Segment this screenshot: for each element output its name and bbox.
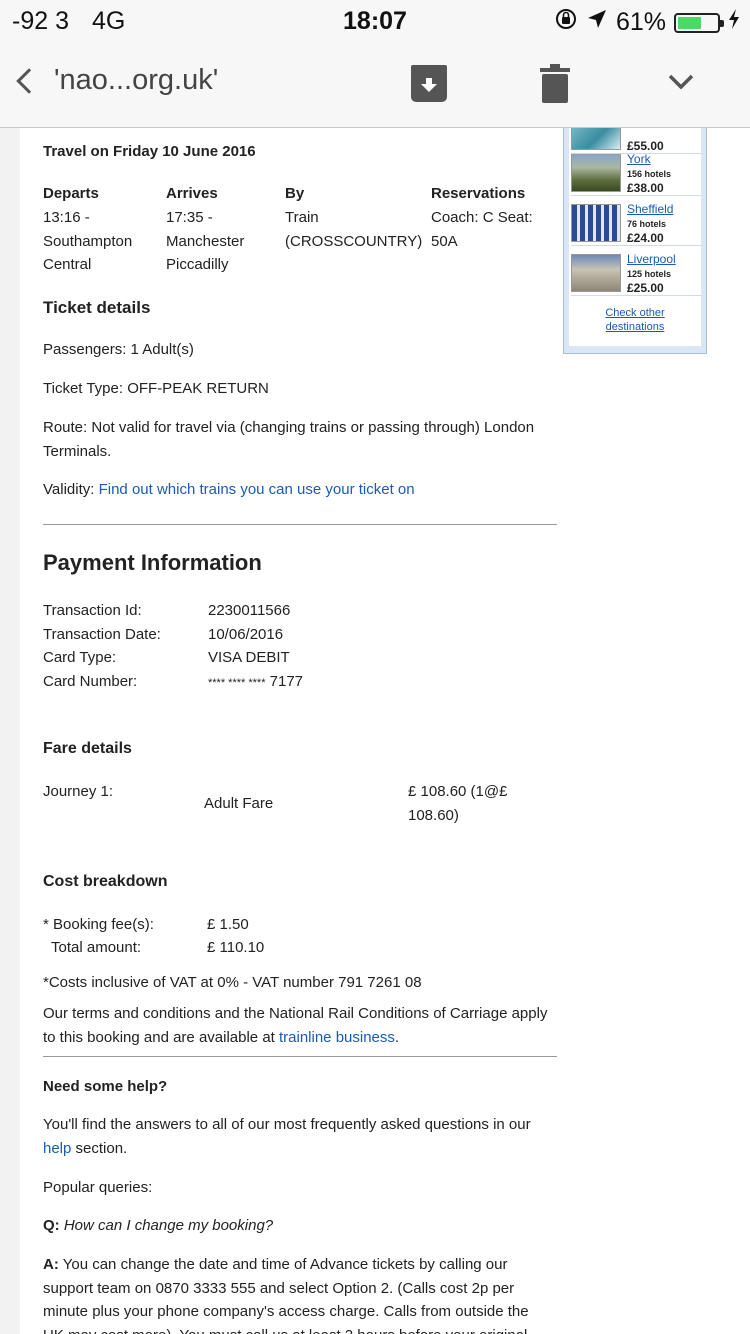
payment-labels: Transaction Id: Transaction Date: Card T… <box>43 599 161 693</box>
transaction-date: 10/06/2016 <box>208 625 284 643</box>
validity-row: Validity: Find out which trains you can … <box>43 478 415 502</box>
more-button[interactable] <box>668 74 694 95</box>
hotel-city[interactable]: York <box>627 152 651 166</box>
travel-heading: Travel on Friday 10 June 2016 <box>43 143 256 160</box>
email-body: £55.00 York 156 hotels £38.00 Sheffield … <box>20 128 750 1334</box>
hotel-city[interactable]: Sheffield <box>627 202 673 216</box>
check-other-destinations-link[interactable]: Check other destinations <box>569 306 701 334</box>
trash-icon <box>540 64 570 103</box>
payment-heading: Payment Information <box>43 550 262 575</box>
payment-label: Transaction Id: <box>43 602 142 619</box>
reservations-cell: Coach: C Seat: 50A <box>431 209 533 250</box>
hotel-count: 125 hotels <box>627 269 672 279</box>
help-heading: Need some help? <box>43 1078 168 1095</box>
trainline-business-link[interactable]: trainline business <box>279 1029 395 1046</box>
hotel-price: £24.00 <box>627 231 664 245</box>
col-by: By <box>285 185 305 202</box>
payment-values: 2230011566 10/06/2016 VISA DEBIT **** **… <box>208 599 303 695</box>
mail-nav-bar: 'nao...org.uk' <box>0 40 750 128</box>
col-departs: Departs <box>43 185 99 202</box>
payment-label: Card Number: <box>43 672 138 690</box>
archive-button[interactable] <box>410 64 448 109</box>
faq-question: Q: How can I change my booking? <box>43 1217 274 1234</box>
validity-link[interactable]: Find out which trains you can use your t… <box>99 481 415 498</box>
status-right: 61% <box>546 7 740 38</box>
card-type: VISA DEBIT <box>208 649 290 666</box>
transaction-id: 2230011566 <box>208 602 291 619</box>
journey-label: Journey 1: <box>43 783 114 800</box>
hotel-item[interactable]: Sheffield 76 hotels £24.00 <box>571 200 701 246</box>
trash-button[interactable] <box>540 64 570 109</box>
hotel-count: 76 hotels <box>627 219 667 229</box>
rotation-lock-icon <box>554 7 578 38</box>
hotel-thumbnail <box>571 154 621 192</box>
passengers-text: Passengers: 1 Adult(s) <box>43 341 194 358</box>
back-chevron-icon <box>16 67 42 94</box>
col-reservations: Reservations <box>431 185 526 202</box>
terms-text: Our terms and conditions and the Nationa… <box>43 1005 548 1046</box>
fare-amount: £ 108.60 (1@£ 108.60) <box>408 783 508 824</box>
divider <box>43 1056 557 1057</box>
total-label: Total amount: <box>51 939 142 956</box>
divider <box>43 524 557 525</box>
route-text: Route: Not valid for travel via (changin… <box>43 419 535 460</box>
help-text: You'll find the answers to all of our mo… <box>43 1116 531 1157</box>
booking-fee-label: * Booking fee(s): <box>43 916 154 933</box>
ticket-details-heading: Ticket details <box>43 298 151 317</box>
hotel-thumbnail <box>571 254 621 292</box>
ticket-type-text: Ticket Type: OFF-PEAK RETURN <box>43 380 269 397</box>
arrives-cell: 17:35 - Manchester Piccadilly <box>166 209 245 273</box>
archive-icon <box>411 65 447 102</box>
by-cell: Train (CROSSCOUNTRY) <box>285 209 423 250</box>
popular-queries: Popular queries: <box>43 1179 153 1196</box>
hotel-price: £25.00 <box>627 281 664 295</box>
battery-fill <box>678 16 701 29</box>
hotel-city[interactable]: Liverpool <box>627 252 676 266</box>
battery-icon <box>674 12 724 33</box>
hotel-deals-widget: £55.00 York 156 hotels £38.00 Sheffield … <box>563 128 707 354</box>
payment-label: Card Type: <box>43 649 117 666</box>
hotel-count: 156 hotels <box>627 169 672 179</box>
card-number: **** **** **** 7177 <box>208 672 304 690</box>
cost-breakdown-heading: Cost breakdown <box>43 873 168 890</box>
hotel-thumbnail <box>571 204 621 242</box>
sender-title: 'nao...org.uk' <box>54 64 219 96</box>
charging-bolt-icon <box>728 8 740 37</box>
total-value: £ 110.10 <box>207 939 265 956</box>
status-bar: -92 3 4G 18:07 61% <box>0 0 750 40</box>
booking-fee-value: £ 1.50 <box>207 916 249 933</box>
battery-percent: 61% <box>615 8 666 36</box>
hotel-price: £38.00 <box>627 181 664 195</box>
faq-answer: A: You can change the date and time of A… <box>43 1256 529 1334</box>
hotel-thumbnail <box>571 128 621 150</box>
hotel-item[interactable]: York 156 hotels £38.00 <box>571 150 701 196</box>
back-button[interactable]: 'nao...org.uk' <box>14 64 218 97</box>
chevron-down-icon <box>668 74 694 90</box>
vat-note: *Costs inclusive of VAT at 0% - VAT numb… <box>43 974 422 991</box>
fare-type: Adult Fare <box>204 795 274 812</box>
payment-label: Transaction Date: <box>43 625 161 643</box>
fare-details-heading: Fare details <box>43 740 132 757</box>
location-arrow-icon <box>586 8 608 37</box>
departs-cell: 13:16 - Southampton Central <box>43 209 133 273</box>
hotel-item[interactable]: Liverpool 125 hotels £25.00 <box>571 250 701 296</box>
col-arrives: Arrives <box>166 185 218 202</box>
help-link[interactable]: help <box>43 1140 71 1157</box>
validity-label: Validity: <box>43 481 95 498</box>
